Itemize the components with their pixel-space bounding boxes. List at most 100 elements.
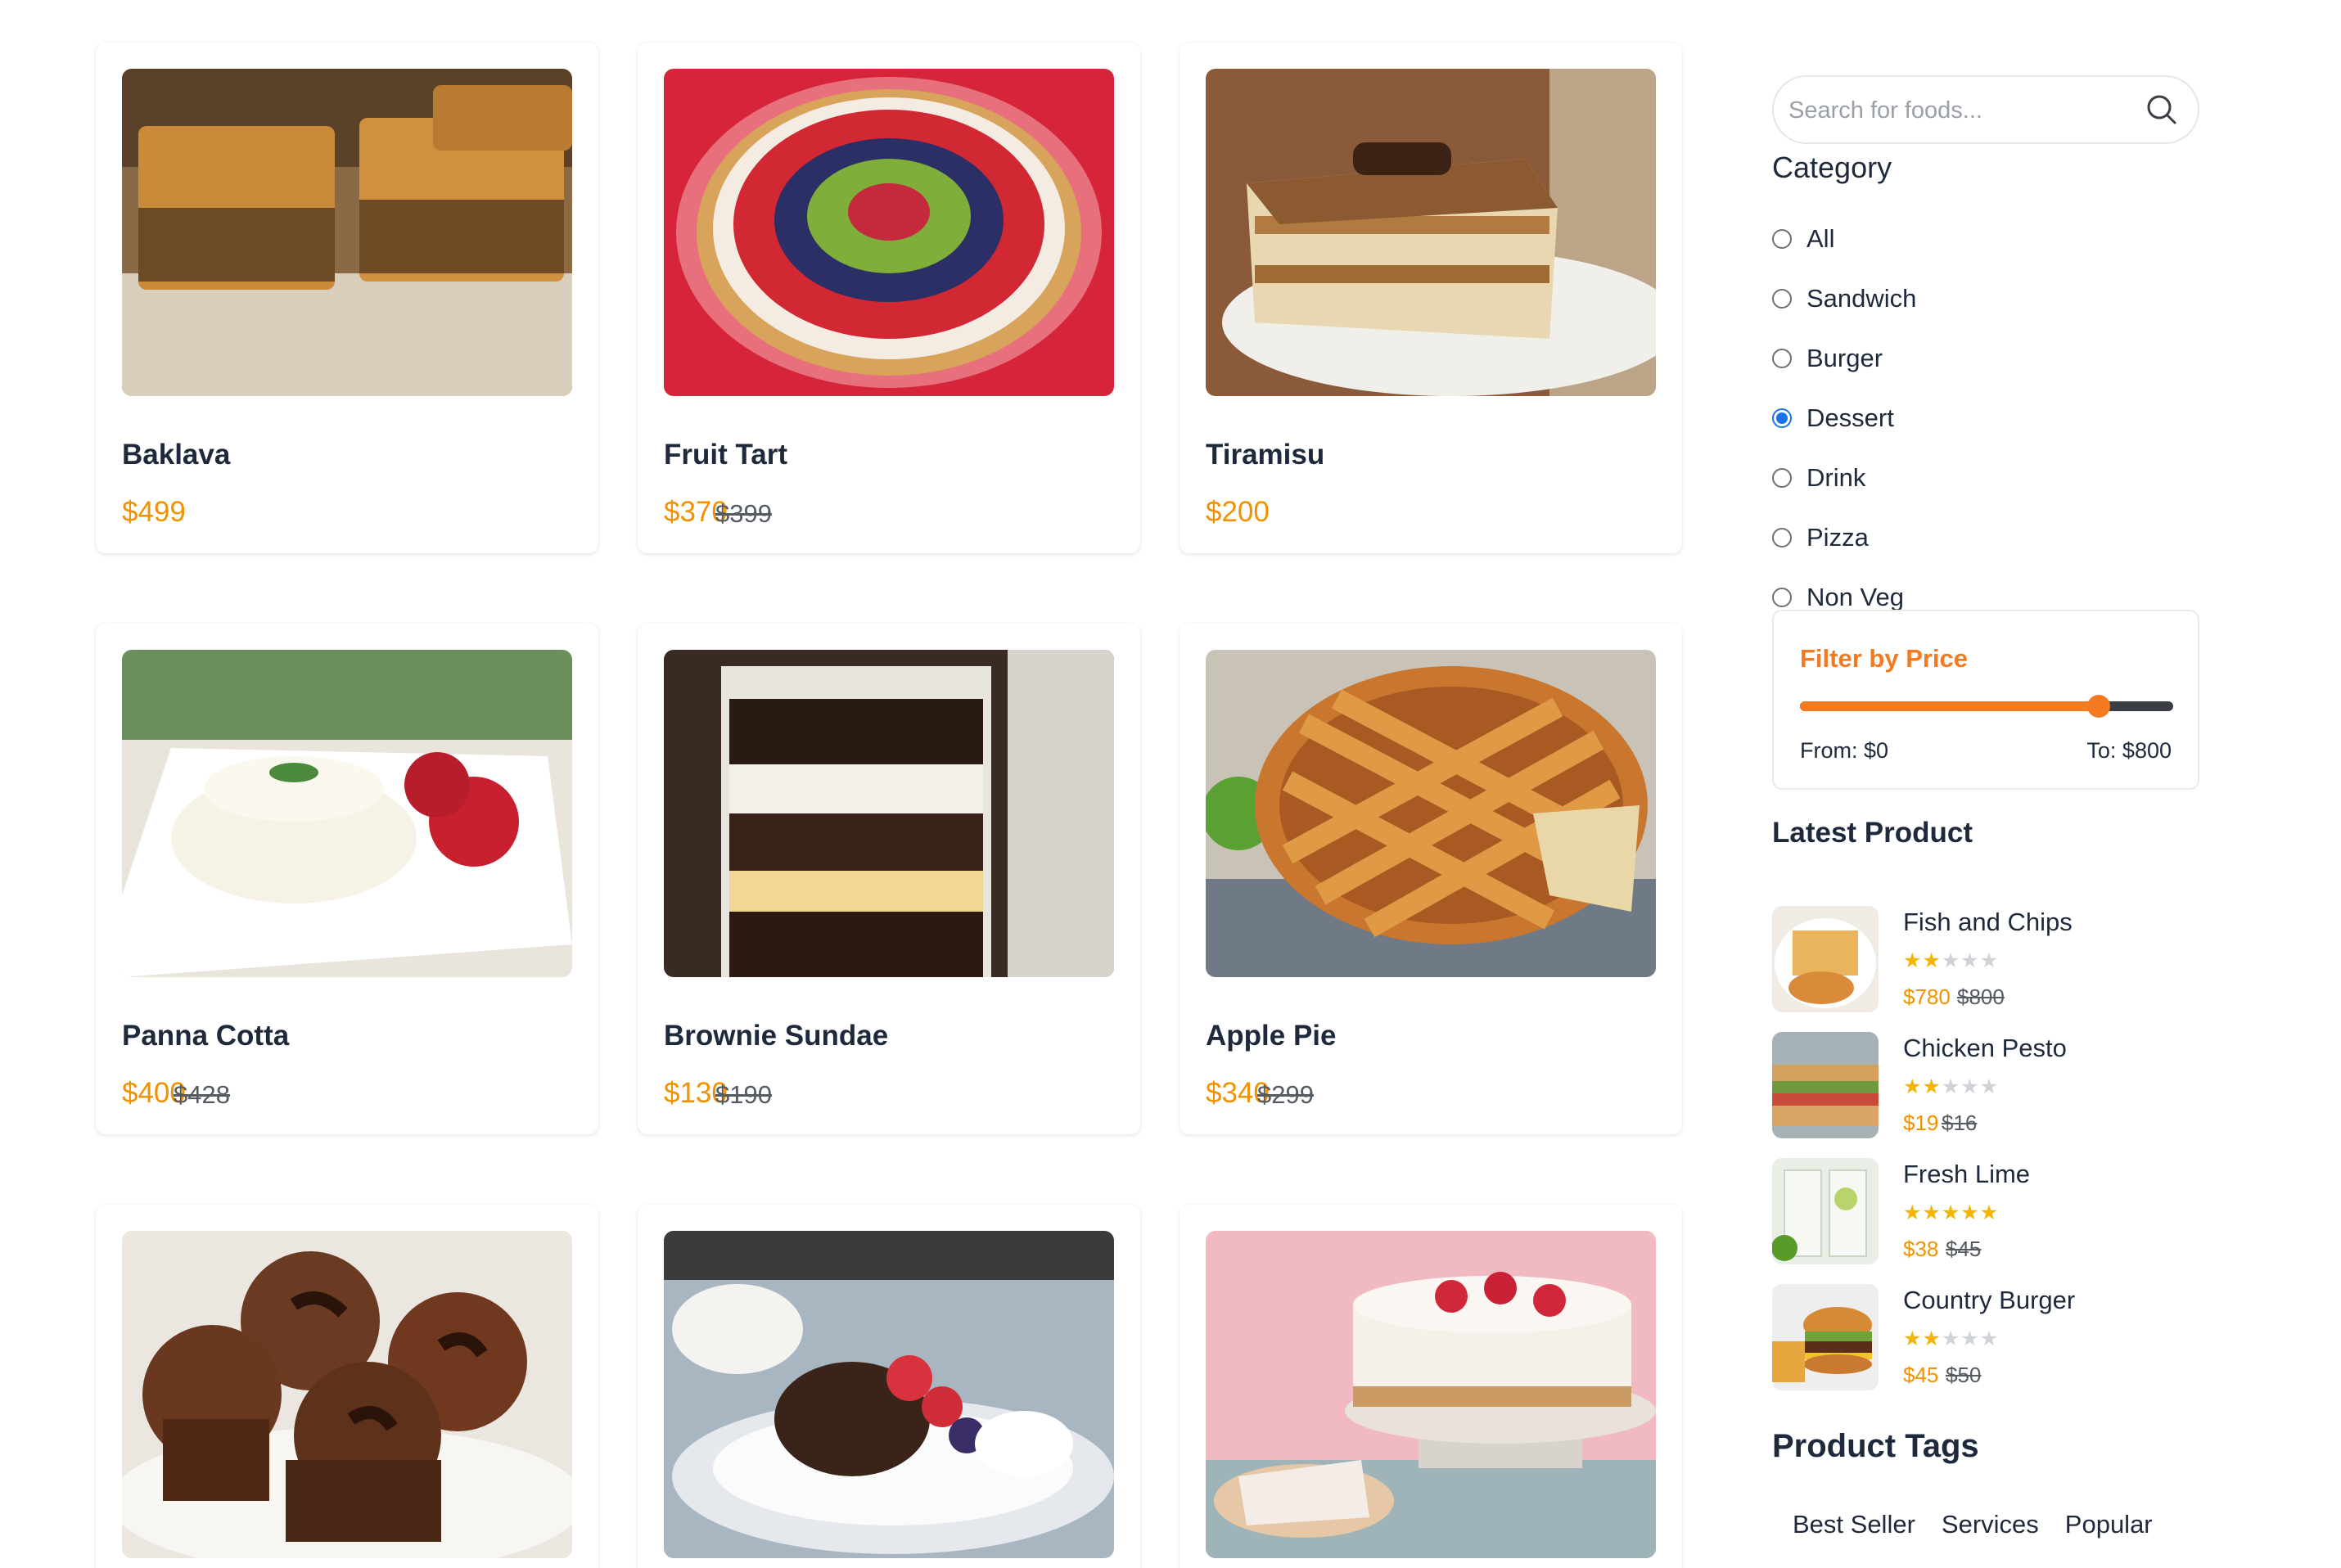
category-label[interactable]: Dessert (1806, 403, 1894, 433)
rating-stars: ★★★★★ (1903, 1201, 1999, 1224)
category-option-pizza[interactable]: Pizza (1772, 520, 1869, 556)
product-tags-title: Product Tags (1772, 1428, 1979, 1464)
product-image-brownie-sundae[interactable] (664, 650, 1114, 977)
product-image-lava-cake[interactable] (664, 1231, 1114, 1558)
slider-thumb[interactable] (2086, 695, 2110, 718)
category-label[interactable]: Burger (1806, 344, 1883, 373)
product-card[interactable]: Apple Pie $340 $299 (1180, 624, 1682, 1134)
product-card[interactable]: Baklava $499 (96, 43, 598, 553)
radio-button[interactable] (1772, 229, 1792, 249)
latest-product-name[interactable]: Fresh Lime (1903, 1160, 2030, 1189)
product-name[interactable]: Brownie Sundae (664, 1020, 888, 1052)
latest-product-image[interactable] (1772, 1032, 1879, 1138)
product-image-apple-pie[interactable] (1206, 650, 1656, 977)
latest-product-image[interactable] (1772, 1284, 1879, 1390)
product-card[interactable]: Tiramisu $200 (1180, 43, 1682, 553)
category-label[interactable]: Pizza (1806, 523, 1869, 552)
category-label[interactable]: All (1806, 224, 1834, 254)
tag-best-seller[interactable]: Best Seller (1793, 1510, 1915, 1539)
star-filled-icon: ★ (1960, 1201, 1980, 1224)
latest-product-image[interactable] (1772, 1158, 1879, 1264)
star-filled-icon: ★ (1922, 1327, 1942, 1350)
star-empty-icon: ★ (1979, 1327, 2000, 1350)
category-option-all[interactable]: All (1772, 221, 1834, 257)
latest-product-image[interactable] (1772, 906, 1879, 1012)
product-card[interactable]: Brownie Sundae $130 $190 (638, 624, 1140, 1134)
product-name[interactable]: Baklava (122, 439, 230, 471)
price-from-label: From: $0 (1800, 738, 1889, 763)
product-old-price: $399 (715, 499, 772, 528)
product-card[interactable] (1180, 1205, 1682, 1568)
latest-product-old-price: $45 (1946, 1237, 1982, 1261)
product-card[interactable] (638, 1205, 1140, 1568)
tag-services[interactable]: Services (1942, 1510, 2039, 1539)
search-icon[interactable] (2144, 92, 2180, 128)
latest-product-item[interactable]: Chicken Pesto ★★★★★ $19 $16 (1772, 1032, 2199, 1138)
star-filled-icon: ★ (1903, 1327, 1923, 1350)
category-option-dessert[interactable]: Dessert (1772, 400, 1894, 436)
radio-button[interactable] (1772, 468, 1792, 488)
radio-button-selected[interactable] (1772, 408, 1792, 428)
star-filled-icon: ★ (1903, 948, 1923, 972)
latest-product-name[interactable]: Chicken Pesto (1903, 1034, 2067, 1063)
product-name[interactable]: Apple Pie (1206, 1020, 1336, 1052)
star-filled-icon: ★ (1941, 1201, 1961, 1224)
rating-stars: ★★★★★ (1903, 948, 1999, 972)
product-card[interactable]: Fruit Tart $370 $399 (638, 43, 1140, 553)
product-image-chocolate-muffins[interactable] (122, 1231, 572, 1558)
price-range-slider[interactable] (1800, 695, 2173, 718)
price-filter-panel: Filter by Price From: $0 To: $800 (1772, 610, 2199, 790)
latest-product-item[interactable]: Fresh Lime ★★★★★ $38 $45 (1772, 1158, 2199, 1264)
product-image-baklava[interactable] (122, 69, 572, 396)
product-image-fruit-tart[interactable] (664, 69, 1114, 396)
product-name[interactable]: Fruit Tart (664, 439, 787, 471)
radio-button[interactable] (1772, 528, 1792, 547)
star-empty-icon: ★ (1960, 948, 1980, 972)
star-filled-icon: ★ (1922, 1075, 1942, 1098)
product-tags: Best Seller Services Popular (1793, 1510, 2153, 1539)
category-option-burger[interactable]: Burger (1772, 340, 1883, 376)
star-empty-icon: ★ (1960, 1075, 1980, 1098)
product-image-panna-cotta[interactable] (122, 650, 572, 977)
star-filled-icon: ★ (1979, 1201, 2000, 1224)
star-empty-icon: ★ (1941, 1327, 1961, 1350)
radio-button[interactable] (1772, 349, 1792, 368)
latest-product-old-price: $800 (1957, 985, 2005, 1009)
latest-product-old-price: $16 (1942, 1111, 1978, 1135)
star-empty-icon: ★ (1960, 1327, 1980, 1350)
latest-product-price: $19 (1903, 1111, 1939, 1135)
radio-button[interactable] (1772, 588, 1792, 607)
star-empty-icon: ★ (1941, 948, 1961, 972)
price-filter-title: Filter by Price (1800, 644, 1969, 673)
latest-product-price: $780 (1903, 985, 1951, 1009)
latest-product-name[interactable]: Country Burger (1903, 1286, 2075, 1315)
search-input[interactable] (1788, 88, 2140, 133)
product-old-price: $428 (174, 1080, 230, 1109)
shop-page: Baklava $499 Fruit Tart $370 $399 Tirami… (0, 0, 2341, 1568)
latest-product-item[interactable]: Country Burger ★★★★★ $45 $50 (1772, 1284, 2199, 1390)
product-old-price: $299 (1257, 1080, 1314, 1109)
product-name[interactable]: Panna Cotta (122, 1020, 289, 1052)
rating-stars: ★★★★★ (1903, 1075, 1999, 1098)
product-old-price: $190 (715, 1080, 772, 1109)
price-to-label: To: $800 (2086, 738, 2172, 763)
category-label[interactable]: Drink (1806, 463, 1865, 493)
tag-popular[interactable]: Popular (2065, 1510, 2153, 1539)
latest-product-price: $45 (1903, 1363, 1939, 1387)
category-label[interactable]: Non Veg (1806, 583, 1904, 612)
category-title: Category (1772, 151, 1892, 184)
latest-product-item[interactable]: Fish and Chips ★★★★★ $780 $800 (1772, 906, 2199, 1012)
product-image-cheesecake[interactable] (1206, 1231, 1656, 1558)
product-card[interactable]: Panna Cotta $400 $428 (96, 624, 598, 1134)
category-option-sandwich[interactable]: Sandwich (1772, 281, 1916, 317)
category-option-drink[interactable]: Drink (1772, 460, 1865, 496)
product-name[interactable]: Tiramisu (1206, 439, 1324, 471)
latest-product-name[interactable]: Fish and Chips (1903, 908, 2073, 937)
product-card[interactable] (96, 1205, 598, 1568)
radio-button[interactable] (1772, 289, 1792, 309)
product-image-tiramisu[interactable] (1206, 69, 1656, 396)
latest-product-title: Latest Product (1772, 817, 1973, 849)
latest-product-price: $38 (1903, 1237, 1939, 1261)
category-label[interactable]: Sandwich (1806, 284, 1916, 313)
search-box[interactable] (1772, 75, 2199, 144)
